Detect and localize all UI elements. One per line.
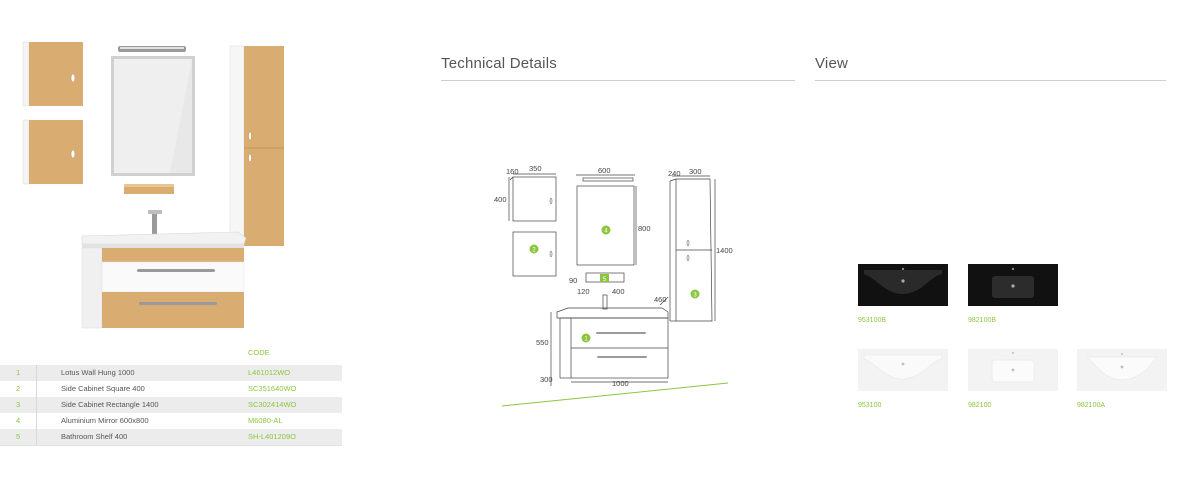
dim-label: 240 [668,169,681,178]
basin-thumbnail [858,264,948,306]
marker-4: 4 [601,225,611,235]
dim-label: 600 [598,166,611,175]
row-divider [36,381,37,397]
side-cabinet-bottom-outline [512,231,557,277]
parts-table: CODE 1 Lotus Wall Hung 1000 L461012WO 2 … [0,348,342,448]
basin-label: 953100 [858,402,882,409]
basin-label: 982100 [968,402,992,409]
technical-details-heading: Technical Details [441,55,557,72]
dim-label: 400 [494,195,507,204]
light-outline [582,177,634,182]
vanity-unit [81,231,247,329]
faucet-outline [602,294,608,310]
faucet [148,210,162,234]
row-number: 5 [16,432,21,441]
side-cabinet-top-outline [512,176,557,222]
part-code: L461012WO [248,368,291,377]
part-name: Side Cabinet Rectangle 1400 [61,400,159,409]
row-number: 3 [16,400,21,409]
dim-label: 90 [569,276,577,285]
dim-label: 550 [536,338,549,347]
row-divider [36,413,37,429]
table-row: 4 Aluminium Mirror 600x800 M6080-AL [0,413,342,429]
view-rule [815,80,1166,81]
code-column-header: CODE [248,348,270,357]
dim-label: 800 [638,224,651,233]
technical-drawing: 1 2 3 4 5 160 350 400 600 800 240 300 14… [494,164,733,407]
tall-cabinet [229,45,284,247]
dim-label: 460 [654,295,667,304]
part-code: M6080-AL [248,416,283,425]
dim-label: 120 [577,287,590,296]
dim-label: 300 [540,375,553,384]
marker-5: 5 [600,274,609,283]
part-name: Side Cabinet Square 400 [61,384,145,393]
part-code: SC302414WO [248,400,297,409]
basin-label: 982100A [1077,402,1106,409]
table-row: 3 Side Cabinet Rectangle 1400 SC302414WO [0,397,342,413]
part-code: SC351640WO [248,384,297,393]
part-name: Aluminium Mirror 600x800 [61,416,149,425]
wall-cabinet-top [22,41,83,107]
dim-label: 160 [506,167,519,176]
part-name: Lotus Wall Hung 1000 [61,368,135,377]
marker-2: 2 [529,244,539,254]
product-photo [22,41,284,329]
basin-thumbnail [968,349,1058,391]
row-number: 2 [16,384,21,393]
technical-details-rule [441,80,795,81]
row-number: 4 [16,416,21,425]
basin-label: 953100B [858,317,887,324]
row-divider [36,429,37,445]
row-divider [36,365,37,381]
dim-label: 400 [612,287,625,296]
basin-thumbnail [1077,349,1167,391]
basin-outline [556,307,669,319]
row-number: 1 [16,368,21,377]
dim-label: 1400 [716,246,733,255]
wall-cabinet-bottom [22,119,83,185]
part-code: SH-L401209O [248,432,296,441]
table-row: 2 Side Cabinet Square 400 SC351640WO [0,381,342,397]
marker-1: 1 [581,333,591,343]
table-row: 5 Bathroom Shelf 400 SH-L401209O [0,429,342,445]
mirror [111,56,195,176]
mirror-outline [576,185,635,266]
table-bottom-rule [0,445,342,446]
view-heading: View [815,55,849,72]
dim-label: 300 [689,167,702,176]
basin-thumbnail [858,349,948,391]
basin-label: 982100B [968,317,997,324]
row-divider [36,397,37,413]
dim-label: 350 [529,164,542,173]
dim-label: 1000 [612,379,629,388]
marker-3: 3 [690,289,700,299]
table-row: 1 Lotus Wall Hung 1000 L461012WO [0,365,342,381]
basin-thumbnail [968,264,1058,306]
part-name: Bathroom Shelf 400 [61,432,128,441]
